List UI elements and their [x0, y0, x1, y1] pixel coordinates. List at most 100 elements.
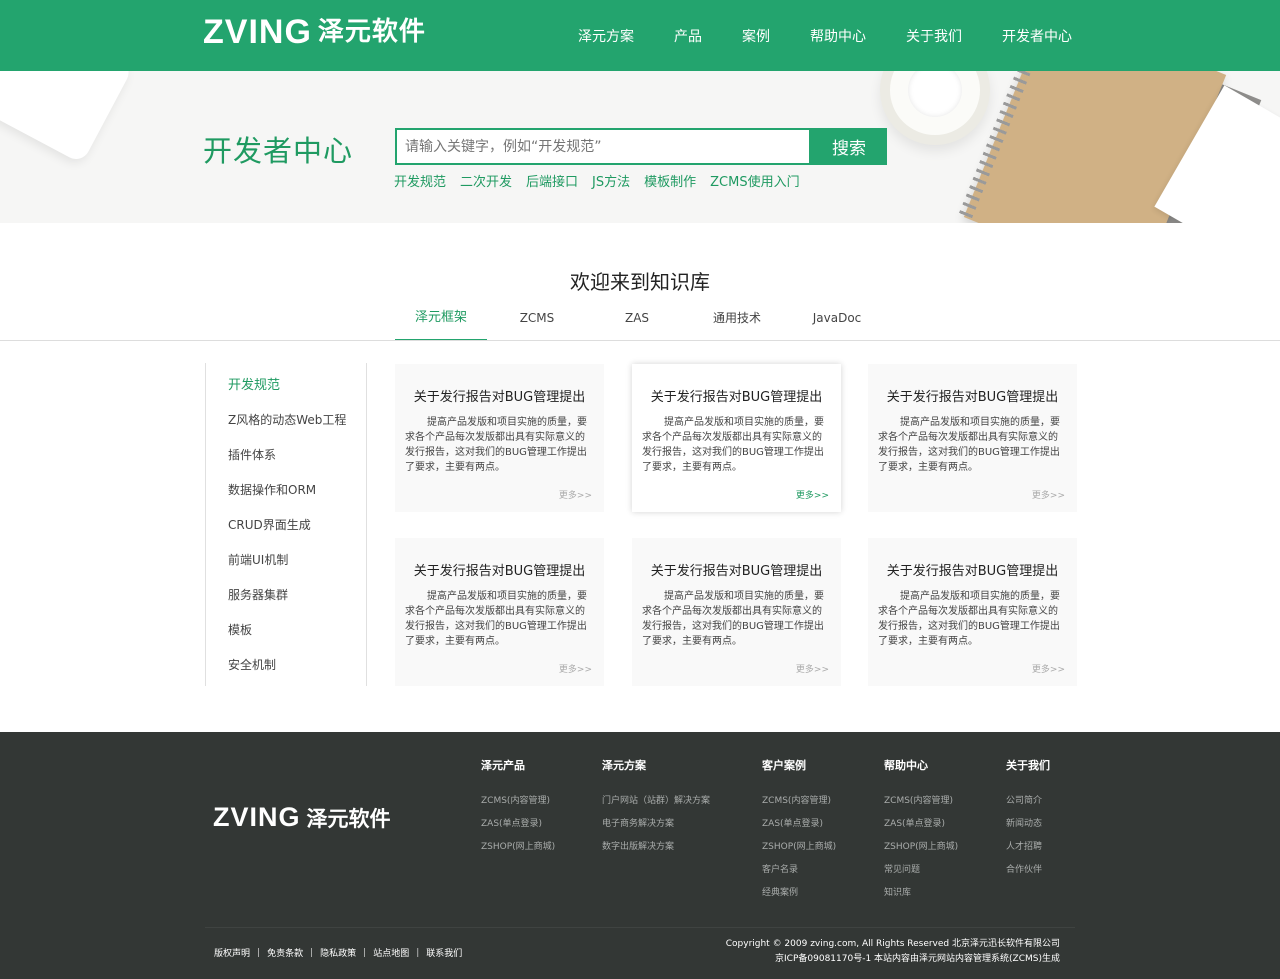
- tab-javadoc[interactable]: JavaDoc: [787, 305, 887, 341]
- footer-link[interactable]: ZSHOP(网上商城): [884, 836, 958, 859]
- nav-item-products[interactable]: 产品: [674, 26, 702, 46]
- more-link[interactable]: 更多>>: [559, 662, 592, 675]
- article-card[interactable]: 关于发行报告对BUG管理提出 提高产品发版和项目实施的质量，要求各个产品每次发版…: [868, 364, 1077, 512]
- quick-link[interactable]: 二次开发: [460, 171, 512, 190]
- search-button[interactable]: 搜索: [811, 128, 887, 165]
- quick-link[interactable]: 后端接口: [526, 171, 578, 190]
- card-title: 关于发行报告对BUG管理提出: [413, 564, 586, 579]
- sidebar-item-cluster[interactable]: 服务器集群: [206, 578, 366, 613]
- more-link[interactable]: 更多>>: [559, 488, 592, 501]
- copyright: Copyright © 2009 zving.com, All Rights R…: [726, 937, 1060, 967]
- main-nav: 泽元方案 产品 案例 帮助中心 关于我们 开发者中心: [538, 0, 1072, 71]
- plant-pot-decoration: [0, 71, 134, 164]
- hero-banner: 开发者中心 搜索 开发规范 二次开发 后端接口 JS方法 模板制作 ZCMS使用…: [0, 71, 1280, 223]
- nav-item-about[interactable]: 关于我们: [906, 26, 962, 46]
- footer-link[interactable]: 电子商务解决方案: [602, 813, 710, 836]
- quick-link[interactable]: 开发规范: [394, 171, 446, 190]
- footer-divider: [205, 927, 1075, 928]
- article-card[interactable]: 关于发行报告对BUG管理提出 提高产品发版和项目实施的质量，要求各个产品每次发版…: [632, 538, 841, 686]
- sidebar-item-web-project[interactable]: Z风格的动态Web工程: [206, 403, 366, 438]
- footer-link[interactable]: ZAS(单点登录): [481, 813, 555, 836]
- logo-latin: ZVING: [203, 13, 312, 51]
- footer-link[interactable]: 新闻动态: [1006, 813, 1050, 836]
- footer-column-cases: 客户案例 ZCMS(内容管理) ZAS(单点登录) ZSHOP(网上商城) 客户…: [762, 757, 836, 905]
- knowledge-tabs: 泽元框架 ZCMS ZAS 通用技术 JavaDoc: [395, 305, 887, 341]
- zving-logo[interactable]: ZVING 泽元软件: [203, 14, 426, 50]
- footer-column-title: 关于我们: [1006, 759, 1050, 772]
- more-link[interactable]: 更多>>: [796, 488, 829, 501]
- footer-column-title: 泽元产品: [481, 759, 525, 772]
- footer-link[interactable]: ZAS(单点登录): [884, 813, 958, 836]
- nav-item-help[interactable]: 帮助中心: [810, 26, 866, 46]
- tab-zas[interactable]: ZAS: [587, 305, 687, 341]
- article-card[interactable]: 关于发行报告对BUG管理提出 提高产品发版和项目实施的质量，要求各个产品每次发版…: [868, 538, 1077, 686]
- card-title: 关于发行报告对BUG管理提出: [413, 390, 586, 405]
- footer-link[interactable]: ZSHOP(网上商城): [762, 836, 836, 859]
- more-link[interactable]: 更多>>: [1032, 488, 1065, 501]
- article-card[interactable]: 关于发行报告对BUG管理提出 提高产品发版和项目实施的质量，要求各个产品每次发版…: [632, 364, 841, 512]
- footer-link[interactable]: 公司简介: [1006, 790, 1050, 813]
- card-title: 关于发行报告对BUG管理提出: [650, 390, 823, 405]
- footer-link[interactable]: ZSHOP(网上商城): [481, 836, 555, 859]
- footer-link[interactable]: 客户名录: [762, 859, 836, 882]
- knowledge-base-title: 欢迎来到知识库: [570, 270, 710, 294]
- legal-link-privacy[interactable]: 隐私政策: [320, 946, 356, 959]
- footer-link[interactable]: ZAS(单点登录): [762, 813, 836, 836]
- tab-zcms[interactable]: ZCMS: [487, 305, 587, 341]
- search-input[interactable]: [395, 128, 811, 165]
- card-summary: 提高产品发版和项目实施的质量，要求各个产品每次发版都出具有实际意义的发行报告，这…: [405, 591, 587, 647]
- legal-links: 版权声明 | 免责条款 | 隐私政策 | 站点地图 | 联系我们: [214, 946, 462, 960]
- card-title: 关于发行报告对BUG管理提出: [650, 564, 823, 579]
- more-link[interactable]: 更多>>: [796, 662, 829, 675]
- legal-link-disclaimer[interactable]: 免责条款: [267, 946, 303, 959]
- site-footer: ZVING 泽元软件 泽元产品 ZCMS(内容管理) ZAS(单点登录) ZSH…: [0, 732, 1280, 979]
- cup-decoration: [880, 71, 990, 145]
- quick-link[interactable]: ZCMS使用入门: [710, 171, 799, 190]
- legal-separator: |: [310, 947, 314, 958]
- logo-cn: 泽元软件: [317, 17, 426, 47]
- quick-link[interactable]: JS方法: [592, 171, 630, 190]
- tab-general-tech[interactable]: 通用技术: [687, 305, 787, 341]
- card-summary: 提高产品发版和项目实施的质量，要求各个产品每次发版都出具有实际意义的发行报告，这…: [642, 591, 824, 647]
- footer-logo[interactable]: ZVING 泽元软件: [213, 802, 391, 833]
- footer-column-solutions: 泽元方案 门户网站（站群）解决方案 电子商务解决方案 数字出版解决方案: [602, 757, 710, 859]
- nav-item-solutions[interactable]: 泽元方案: [578, 26, 634, 46]
- card-summary: 提高产品发版和项目实施的质量，要求各个产品每次发版都出具有实际意义的发行报告，这…: [878, 417, 1060, 473]
- legal-link-contact[interactable]: 联系我们: [426, 946, 462, 959]
- icp-line: 京ICP备09081170号-1 本站内容由泽元网站内容管理系统(ZCMS)生成: [775, 954, 1060, 964]
- footer-column-help: 帮助中心 ZCMS(内容管理) ZAS(单点登录) ZSHOP(网上商城) 常见…: [884, 757, 958, 905]
- footer-link[interactable]: ZCMS(内容管理): [762, 790, 836, 813]
- legal-link-copyright[interactable]: 版权声明: [214, 946, 250, 959]
- sidebar-item-dev-spec[interactable]: 开发规范: [206, 368, 366, 403]
- nav-item-cases[interactable]: 案例: [742, 26, 770, 46]
- top-navbar: ZVING 泽元软件 泽元方案 产品 案例 帮助中心 关于我们 开发者中心: [0, 0, 1280, 71]
- sidebar-item-plugins[interactable]: 插件体系: [206, 438, 366, 473]
- legal-separator: |: [363, 947, 367, 958]
- card-summary: 提高产品发版和项目实施的质量，要求各个产品每次发版都出具有实际意义的发行报告，这…: [642, 417, 824, 473]
- footer-logo-latin: ZVING: [213, 802, 301, 832]
- legal-link-sitemap[interactable]: 站点地图: [373, 946, 409, 959]
- quick-links: 开发规范 二次开发 后端接口 JS方法 模板制作 ZCMS使用入门: [394, 171, 814, 190]
- legal-separator: |: [416, 947, 420, 958]
- more-link[interactable]: 更多>>: [1032, 662, 1065, 675]
- footer-link[interactable]: 经典案例: [762, 882, 836, 905]
- footer-link[interactable]: ZCMS(内容管理): [481, 790, 555, 813]
- footer-link[interactable]: 常见问题: [884, 859, 958, 882]
- footer-link[interactable]: 数字出版解决方案: [602, 836, 710, 859]
- footer-link[interactable]: 门户网站（站群）解决方案: [602, 790, 710, 813]
- sidebar-item-crud[interactable]: CRUD界面生成: [206, 508, 366, 543]
- sidebar-item-template[interactable]: 模板: [206, 613, 366, 648]
- legal-separator: |: [257, 947, 261, 958]
- article-card[interactable]: 关于发行报告对BUG管理提出 提高产品发版和项目实施的质量，要求各个产品每次发版…: [395, 364, 604, 512]
- footer-link[interactable]: ZCMS(内容管理): [884, 790, 958, 813]
- article-card[interactable]: 关于发行报告对BUG管理提出 提高产品发版和项目实施的质量，要求各个产品每次发版…: [395, 538, 604, 686]
- footer-link[interactable]: 人才招聘: [1006, 836, 1050, 859]
- sidebar-item-orm[interactable]: 数据操作和ORM: [206, 473, 366, 508]
- nav-item-developer[interactable]: 开发者中心: [1002, 26, 1072, 46]
- footer-link[interactable]: 知识库: [884, 882, 958, 905]
- tab-zving-framework[interactable]: 泽元框架: [395, 305, 487, 341]
- quick-link[interactable]: 模板制作: [644, 171, 696, 190]
- sidebar-item-security[interactable]: 安全机制: [206, 648, 366, 683]
- footer-link[interactable]: 合作伙伴: [1006, 859, 1050, 882]
- sidebar-item-frontend-ui[interactable]: 前端UI机制: [206, 543, 366, 578]
